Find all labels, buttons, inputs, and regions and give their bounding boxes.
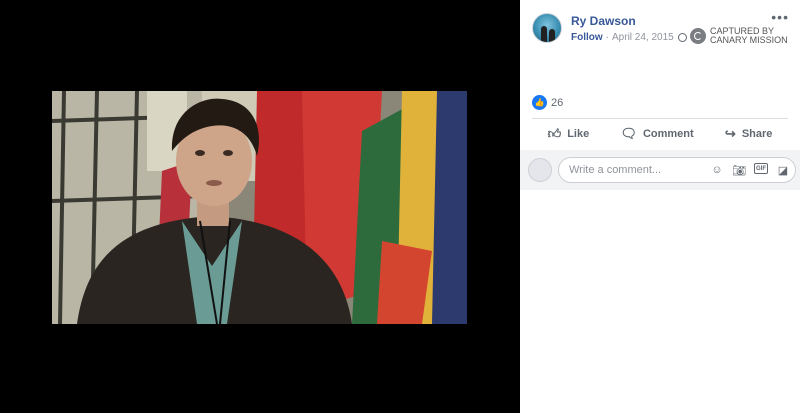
author-name[interactable]: Ry Dawson [571,14,636,28]
comment-composer: ☺ 📷︎ GIF ◪ [520,150,800,190]
share-label: Share [741,128,773,140]
like-label: Like [567,128,590,140]
emoji-icon[interactable]: ☺ [710,163,724,177]
author-avatar[interactable] [532,13,562,43]
sticker-icon[interactable]: ◪ [776,163,790,177]
globe-icon [677,33,687,42]
share-arrow-icon: ↪ [724,126,736,141]
video-player[interactable] [52,91,467,324]
post-actions: 👍︎ Like 🗨︎ Comment ↪ Share [532,120,788,148]
comment-label: Comment [642,128,694,140]
comment-button[interactable]: 🗨︎ Comment [620,126,693,142]
like-reaction-icon: 👍 [532,95,547,110]
canary-mission-logo-icon [690,28,706,44]
watermark-line-2: CANARY MISSION [710,35,788,45]
follow-link[interactable]: Follow [571,32,603,43]
video-frame-image [52,91,467,324]
post-meta: Follow · April 24, 2015 [571,32,687,43]
thumbs-up-icon: 👍︎ [547,126,562,141]
like-button[interactable]: 👍︎ Like [548,126,590,142]
share-button[interactable]: ↪ Share [725,126,772,142]
more-options-icon[interactable]: ••• [771,10,789,24]
reaction-count: 26 [551,96,564,109]
comment-tools: ☺ 📷︎ GIF ◪ [710,163,790,177]
camera-icon[interactable]: 📷︎ [732,163,746,177]
viewer-avatar [528,158,552,182]
comment-bubble-icon: 🗨︎ [620,126,637,141]
watermark: CAPTURED BY CANARY MISSION [690,27,788,45]
divider [532,118,788,119]
media-viewer [0,0,520,413]
reactions-summary[interactable]: 👍 26 [532,95,563,110]
post-date[interactable]: April 24, 2015 [612,32,674,43]
gif-icon[interactable]: GIF [754,163,768,174]
meta-separator: · [605,32,610,43]
post-side-panel: Ry Dawson Follow · April 24, 2015 ••• CA… [520,0,800,413]
